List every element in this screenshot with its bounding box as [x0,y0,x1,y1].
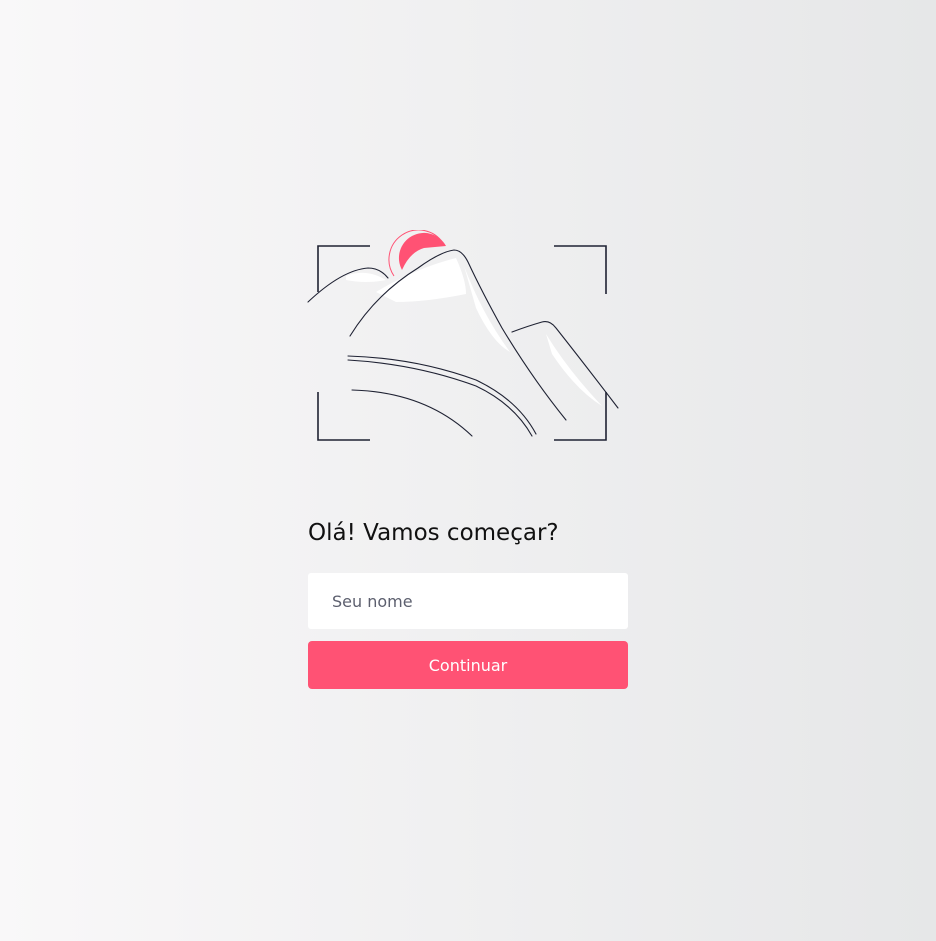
mountain-landscape-icon [306,230,622,444]
page-title: Olá! Vamos começar? [308,520,559,546]
continue-button[interactable]: Continuar [308,641,628,689]
name-input[interactable] [308,573,628,629]
